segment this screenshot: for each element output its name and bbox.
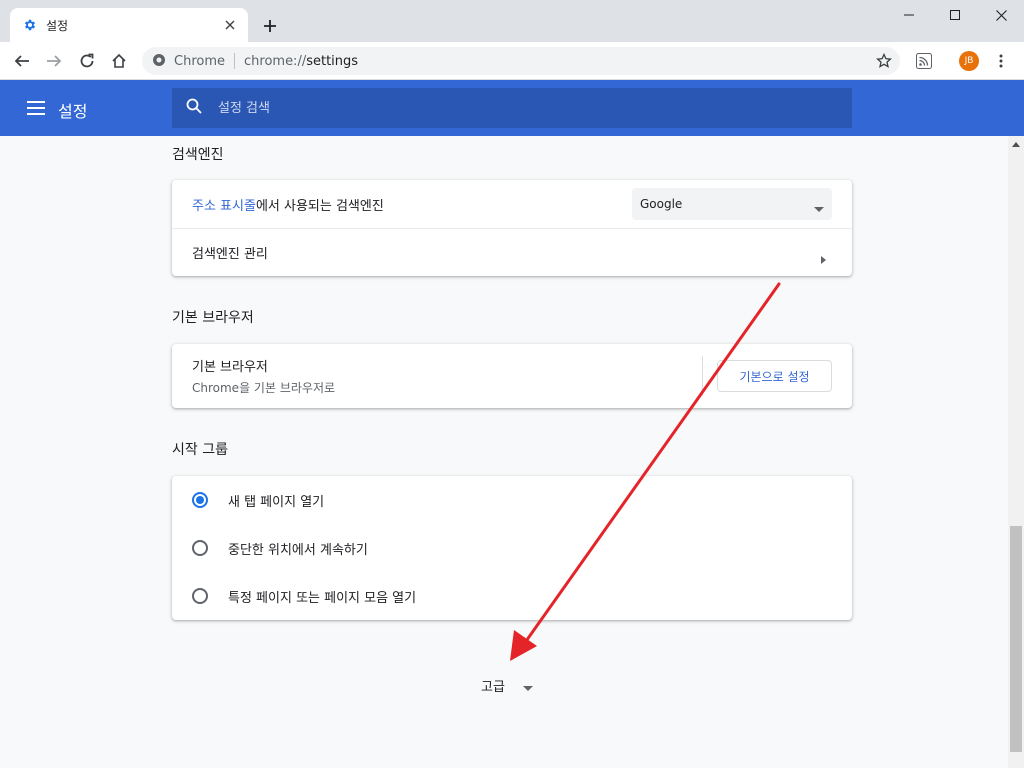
manage-search-engines-row[interactable]: 검색엔진 관리: [172, 229, 852, 276]
advanced-label: 고급: [481, 680, 505, 695]
startup-option-specific-pages[interactable]: 특정 페이지 또는 페이지 모음 열기: [172, 572, 852, 620]
vertical-divider: [702, 356, 703, 396]
hamburger-menu-icon[interactable]: [24, 96, 48, 120]
startup-card: 새 탭 페이지 열기 중단한 위치에서 계속하기 특정 페이지 또는 페이지 모…: [172, 476, 852, 620]
new-tab-button[interactable]: [258, 14, 282, 38]
forward-button[interactable]: [40, 47, 68, 75]
reload-button[interactable]: [73, 47, 101, 75]
address-bar-link[interactable]: 주소 표시줄: [192, 199, 256, 214]
scroll-up-arrow-icon[interactable]: [1008, 136, 1024, 153]
chevron-down-icon: [522, 676, 533, 695]
title-bar: 설정: [0, 0, 1024, 42]
search-engine-row: 주소 표시줄에서 사용되는 검색엔진 Google: [172, 180, 852, 228]
search-engine-section-title: 검색엔진: [172, 147, 224, 163]
default-browser-title: 기본 브라우저: [192, 360, 268, 375]
tab-title: 설정: [46, 18, 69, 33]
selected-search-engine: Google: [640, 197, 683, 211]
default-browser-card: 기본 브라우저 Chrome을 기본 브라우저로 기본으로 설정: [172, 344, 852, 408]
page-scrollbar[interactable]: [1008, 136, 1024, 768]
bookmark-star-icon[interactable]: [876, 52, 892, 69]
omnibox-separator: [234, 53, 235, 69]
gear-icon: [22, 17, 38, 33]
startup-option-label: 새 탭 페이지 열기: [228, 494, 325, 510]
search-engine-row-suffix: 에서 사용되는 검색엔진: [255, 198, 384, 214]
scrollbar-thumb[interactable]: [1010, 526, 1022, 752]
close-tab-icon[interactable]: [222, 17, 238, 33]
dropdown-caret-icon: [814, 201, 824, 215]
radio-continue[interactable]: [192, 540, 208, 556]
default-browser-text: 기본 브라우저 Chrome을 기본 브라우저로: [192, 356, 335, 396]
page-title: 설정: [58, 102, 88, 121]
radio-new-tab[interactable]: [192, 492, 208, 508]
search-icon: [186, 98, 202, 118]
profile-avatar[interactable]: JB: [959, 51, 979, 71]
search-engine-row-label: 주소 표시줄에서 사용되는 검색엔진: [192, 195, 384, 214]
search-engine-select[interactable]: Google: [632, 188, 832, 220]
default-browser-section-title: 기본 브라우저: [172, 310, 254, 326]
site-name: Chrome: [174, 53, 225, 69]
address-bar[interactable]: Chrome chrome://settings: [142, 47, 900, 75]
startup-section-title: 시작 그룹: [172, 442, 228, 458]
maximize-button[interactable]: [932, 0, 978, 30]
home-button[interactable]: [105, 47, 133, 75]
back-button[interactable]: [8, 47, 36, 75]
radio-specific-pages[interactable]: [192, 588, 208, 604]
startup-option-new-tab[interactable]: 새 탭 페이지 열기: [172, 476, 852, 524]
arrow-right-icon: [821, 249, 826, 268]
more-menu-icon[interactable]: [991, 51, 1011, 71]
make-default-button[interactable]: 기본으로 설정: [717, 360, 832, 392]
settings-search-input[interactable]: [218, 100, 818, 116]
tab-settings[interactable]: 설정: [10, 8, 248, 42]
close-window-button[interactable]: [978, 0, 1024, 30]
url-scheme: chrome://: [244, 53, 307, 69]
startup-option-continue[interactable]: 중단한 위치에서 계속하기: [172, 524, 852, 572]
settings-content: 검색엔진 주소 표시줄에서 사용되는 검색엔진 Google 검색엔진 관리 기…: [0, 136, 1008, 768]
advanced-toggle[interactable]: 고급: [481, 676, 533, 695]
manage-search-engines-label: 검색엔진 관리: [192, 247, 268, 262]
url-text: chrome://settings: [244, 54, 358, 69]
browser-toolbar: Chrome chrome://settings: [0, 42, 1024, 80]
startup-option-label: 중단한 위치에서 계속하기: [228, 542, 368, 558]
minimize-button[interactable]: [886, 0, 932, 30]
url-path: settings: [306, 53, 359, 69]
rss-extension-icon[interactable]: [914, 51, 934, 71]
startup-option-label: 특정 페이지 또는 페이지 모음 열기: [228, 590, 417, 606]
settings-search[interactable]: [172, 88, 852, 128]
search-engine-card: 주소 표시줄에서 사용되는 검색엔진 Google 검색엔진 관리: [172, 180, 852, 276]
chrome-logo-icon: [152, 52, 166, 71]
settings-header: 설정: [0, 80, 1024, 136]
default-browser-subtitle: Chrome을 기본 브라우저로: [192, 381, 336, 395]
